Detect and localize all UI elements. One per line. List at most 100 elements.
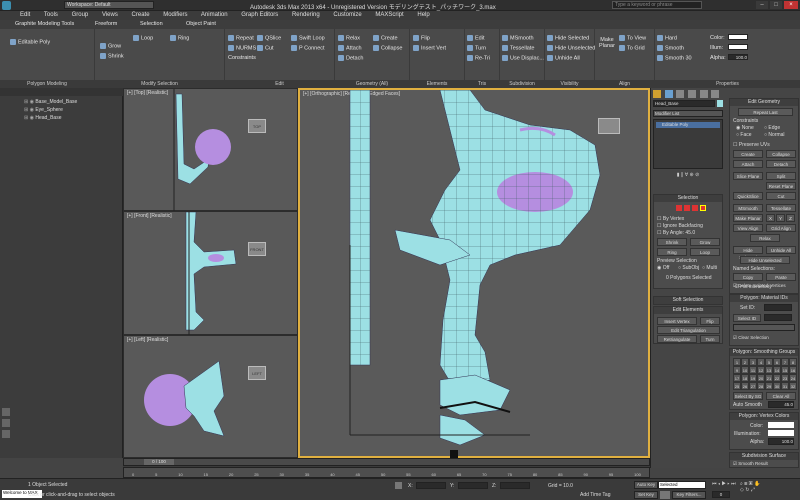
sg-button[interactable]: 18 (741, 374, 749, 382)
auto-smooth-button[interactable]: Auto Smooth (733, 402, 762, 408)
cut-button[interactable]: Cut (257, 45, 274, 51)
p-connect-button[interactable]: P Connect (291, 45, 325, 51)
viewport-top[interactable]: [+] [Top] [Realistic] TOP (123, 88, 298, 212)
sg-button[interactable]: 16 (789, 366, 797, 374)
full-interactivity-checkbox[interactable]: ☑ Full Interactivity (735, 284, 772, 290)
tessellate-button[interactable]: Tessellate (502, 45, 534, 51)
geometry-title[interactable]: Geometry (All) (335, 80, 409, 88)
to-grid-button[interactable]: To Grid (619, 45, 645, 51)
tri-edit-button[interactable]: Edit (467, 35, 484, 41)
menu-group[interactable]: Group (72, 12, 89, 18)
hierarchy-tab-icon[interactable] (676, 90, 685, 98)
sg-button[interactable]: 24 (789, 374, 797, 382)
ring-sel-button[interactable]: Ring (657, 248, 687, 256)
hide-selected-panel-button[interactable]: Hide Selected (733, 246, 763, 260)
viewport-left[interactable]: [+] [Left] [Realistic] LEFT (123, 335, 298, 458)
nurms-button[interactable]: NURMS (228, 45, 256, 51)
navcube-left[interactable]: LEFT (248, 366, 266, 380)
add-time-tag-button[interactable]: Add Time Tag (580, 492, 610, 498)
key-filters-button[interactable]: Key Filters... (672, 491, 706, 499)
layer-icon[interactable] (2, 419, 10, 427)
menu-graph-editors[interactable]: Graph Editors (241, 12, 278, 18)
shrink-button[interactable]: Shrink (100, 53, 124, 59)
vc-alpha-field[interactable]: 100.0 (768, 438, 794, 445)
cut-panel-button[interactable]: Cut (766, 192, 796, 200)
by-angle-checkbox[interactable]: ☐ By Angle: 45.0 (657, 230, 695, 236)
menu-create[interactable]: Create (132, 12, 150, 18)
select-id-field[interactable] (764, 314, 792, 321)
edit-triangulation-button[interactable]: Edit Triangulation (657, 326, 720, 334)
border-mode-icon[interactable] (692, 205, 698, 211)
view-align-button[interactable]: View Align (733, 224, 763, 232)
menu-edit[interactable]: Edit (20, 12, 30, 18)
turn-button[interactable]: Turn (467, 45, 486, 51)
constraints-dropdown[interactable]: Constraints (228, 55, 256, 61)
viewport-orthographic[interactable]: [+] [Orthographic] [Realistic + Edged Fa… (298, 88, 650, 458)
prev-frame-icon[interactable]: ◂ (718, 481, 720, 487)
selection-title[interactable]: Selection (654, 195, 722, 202)
navcube-top[interactable]: TOP (248, 119, 266, 133)
properties-title[interactable]: Properties (655, 80, 800, 88)
sg-button[interactable]: 29 (765, 382, 773, 390)
repeat-last-button[interactable]: Repeat Last (738, 108, 793, 116)
swift-loop-button[interactable]: Swift Loop (291, 35, 325, 41)
z-coord-field[interactable] (500, 482, 530, 489)
key-icon[interactable] (660, 491, 670, 499)
select-id-button[interactable]: Select ID (733, 314, 761, 322)
edit-geometry-title[interactable]: Edit Geometry (730, 99, 798, 106)
utilities-tab-icon[interactable] (711, 90, 720, 98)
sg-button[interactable]: 20 (757, 374, 765, 382)
constraint-edge-radio[interactable]: ○ Edge (764, 125, 780, 131)
sg-button[interactable]: 32 (789, 382, 797, 390)
detach-button[interactable]: Detach (338, 55, 363, 61)
paste-button[interactable]: Paste (766, 273, 796, 281)
insert-vertex-button[interactable]: Insert Vertex (657, 317, 697, 325)
attach-button[interactable]: Attach (338, 45, 362, 51)
copy-button[interactable]: Copy (733, 273, 763, 281)
make-planar-button[interactable]: Make Planar (597, 37, 617, 49)
workspace-dropdown[interactable]: Workspace: Default (64, 1, 154, 9)
editable-poly-button[interactable]: Editable Poly (10, 39, 50, 45)
sg-button[interactable]: 3 (749, 358, 757, 366)
current-frame-field[interactable]: 0 (712, 491, 730, 498)
edit-title[interactable]: Edit (225, 80, 334, 88)
tris-title[interactable]: Tris (465, 80, 499, 88)
sg-button[interactable]: 17 (733, 374, 741, 382)
turn-panel-button[interactable]: Turn (700, 335, 720, 343)
scene-item[interactable]: ⊞ ◉ Eye_Sphere (24, 107, 63, 113)
constraint-face-radio[interactable]: ○ Face (736, 132, 752, 138)
time-slider-handle[interactable]: 0 / 100 (144, 459, 174, 465)
sg-button[interactable]: 15 (781, 366, 789, 374)
scene-item[interactable]: ⊞ ◉ Base_Model_Base (24, 99, 77, 105)
preview-subobj-radio[interactable]: ○ SubObj (678, 265, 699, 271)
vertex-colors-title[interactable]: Polygon: Vertex Colors (730, 413, 798, 420)
sg-button[interactable]: 4 (757, 358, 765, 366)
to-view-button[interactable]: To View (619, 35, 646, 41)
menu-modifiers[interactable]: Modifiers (163, 12, 187, 18)
alpha-field[interactable]: 100.0 (728, 54, 748, 60)
split-checkbox[interactable]: Split (766, 172, 796, 180)
viewport-front[interactable]: [+] [Front] [Realistic] FRONT (123, 211, 298, 336)
next-frame-icon[interactable]: ▸ (727, 481, 729, 487)
sg-button[interactable]: 23 (781, 374, 789, 382)
x-button[interactable]: X (766, 214, 775, 222)
play-icon[interactable]: ▶ (722, 481, 726, 487)
flip-panel-button[interactable]: Flip (700, 317, 720, 325)
clear-all-button[interactable]: Clear All (766, 392, 796, 400)
use-displace-button[interactable]: Use Displac... (502, 55, 544, 61)
time-slider[interactable]: 0 / 100 (123, 458, 650, 466)
material-dropdown[interactable] (733, 324, 795, 331)
sg-button[interactable]: 5 (765, 358, 773, 366)
maximize-viewport-icon[interactable]: ⤢ (751, 487, 755, 493)
selected-dropdown[interactable]: Selected (658, 481, 706, 489)
y-coord-field[interactable] (458, 482, 488, 489)
ring-button[interactable]: Ring (170, 35, 189, 41)
polygon-modeling-title[interactable]: Polygon Modeling (0, 80, 94, 88)
tab-freeform[interactable]: Freeform (95, 21, 117, 27)
sg-button[interactable]: 22 (773, 374, 781, 382)
make-planar-panel-button[interactable]: Make Planar (733, 214, 763, 222)
menu-customize[interactable]: Customize (333, 12, 361, 18)
z-button[interactable]: Z (786, 214, 795, 222)
hide-unselected-panel-button[interactable]: Hide Unselected (740, 256, 790, 264)
menu-maxscript[interactable]: MAXScript (375, 12, 403, 18)
